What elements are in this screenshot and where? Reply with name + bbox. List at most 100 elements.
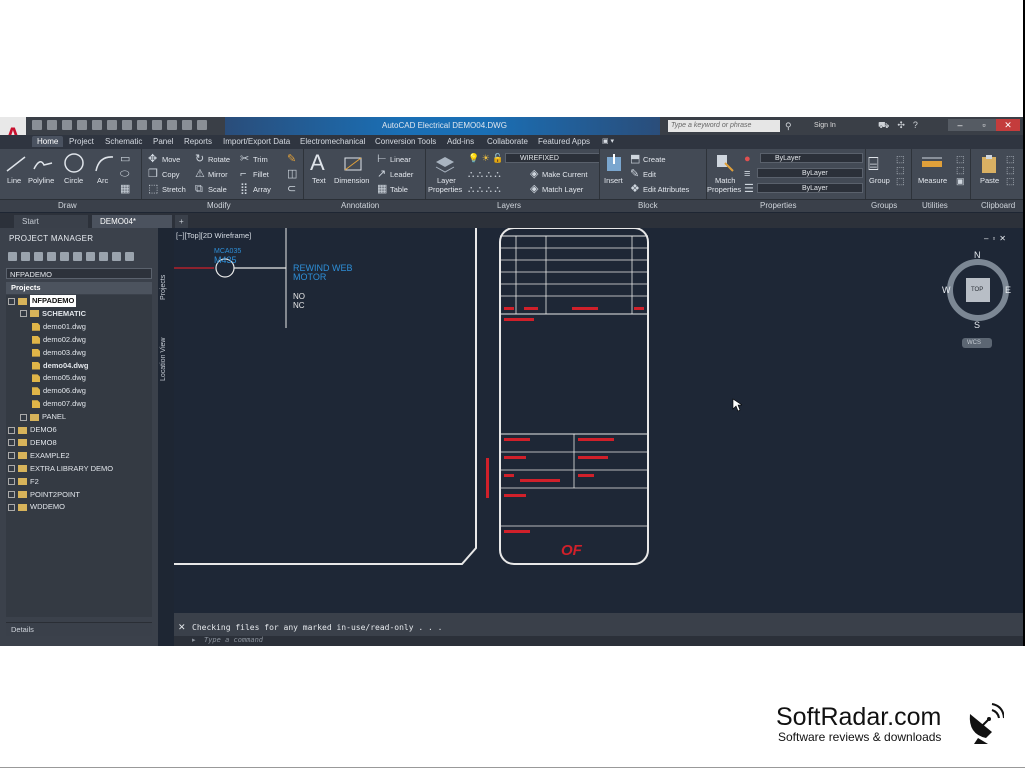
- restore-icon[interactable]: ▫: [972, 119, 996, 131]
- projects-side-tab[interactable]: Projects: [160, 275, 167, 300]
- linetype-dropdown[interactable]: ByLayer: [757, 168, 863, 178]
- redo-icon[interactable]: [122, 120, 132, 130]
- copy-icon[interactable]: ❐: [148, 169, 158, 180]
- mirror-button[interactable]: Mirror: [208, 170, 228, 179]
- color-dropdown[interactable]: ByLayer: [760, 153, 863, 163]
- drawing-list-icon[interactable]: [73, 252, 82, 261]
- expand-toggle-icon[interactable]: [8, 297, 15, 305]
- expand-toggle-icon[interactable]: [20, 413, 27, 421]
- create-block-button[interactable]: Create: [643, 155, 666, 164]
- group-tools-icons[interactable]: ⬚ ⬚ ⬚: [896, 154, 905, 187]
- plot-icon[interactable]: [137, 120, 147, 130]
- edit-attributes-icon[interactable]: ❖: [630, 184, 640, 195]
- scale-button[interactable]: Scale: [208, 185, 227, 194]
- tree-item[interactable]: PANEL: [20, 411, 66, 423]
- component-tag-line2[interactable]: M435: [214, 255, 237, 265]
- lineweight-dropdown[interactable]: ByLayer: [757, 183, 863, 193]
- expand-toggle-icon[interactable]: [8, 478, 15, 486]
- panel-clipboard[interactable]: Clipboard: [981, 201, 1015, 210]
- component-tag-line1[interactable]: MCA035: [214, 248, 241, 255]
- text-icon[interactable]: A: [310, 152, 325, 174]
- expand-toggle-icon[interactable]: [8, 503, 15, 511]
- tree-item[interactable]: demo06.dwg: [32, 385, 86, 397]
- circle-button[interactable]: Circle: [64, 176, 83, 185]
- measure-icon[interactable]: [921, 155, 943, 173]
- edit-attributes-button[interactable]: Edit Attributes: [643, 185, 689, 194]
- details-panel-header[interactable]: Details: [6, 622, 152, 636]
- open-project-icon[interactable]: [8, 252, 17, 261]
- forward-icon[interactable]: [167, 120, 177, 130]
- trim-button[interactable]: Trim: [253, 155, 268, 164]
- polyline-button[interactable]: Polyline: [28, 176, 54, 185]
- close-command-line-icon[interactable]: ✕: [178, 622, 186, 633]
- tab-start[interactable]: Start: [14, 215, 88, 228]
- edit-block-icon[interactable]: ✎: [630, 169, 639, 180]
- layer-dropdown[interactable]: WIREFIXED: [505, 153, 600, 163]
- match-properties-button[interactable]: Properties: [707, 185, 741, 194]
- new-icon[interactable]: [32, 120, 42, 130]
- close-icon[interactable]: ✕: [996, 119, 1020, 131]
- binoculars-icon[interactable]: ⚲: [785, 121, 792, 132]
- viewcube-west[interactable]: W: [942, 285, 951, 295]
- line-icon[interactable]: [5, 153, 27, 175]
- refresh-icon[interactable]: [47, 252, 56, 261]
- project-select[interactable]: NFPADEMO: [6, 268, 152, 279]
- move-icon[interactable]: ✥: [148, 154, 157, 165]
- expand-toggle-icon[interactable]: [8, 452, 15, 460]
- paste-icon[interactable]: [979, 153, 999, 175]
- move-button[interactable]: Move: [162, 155, 180, 164]
- project-manager-toolbar[interactable]: [8, 252, 134, 261]
- stretch-icon[interactable]: ⬚: [148, 184, 158, 195]
- refresh-icon[interactable]: [182, 120, 192, 130]
- polyline-icon[interactable]: [32, 153, 54, 175]
- minimize-icon[interactable]: –: [948, 119, 972, 131]
- tree-item[interactable]: DEMO6: [8, 424, 57, 436]
- array-icon[interactable]: ⣿: [240, 184, 248, 195]
- tree-item[interactable]: F2: [8, 476, 39, 488]
- command-input[interactable]: ▸ Type a command: [174, 636, 1023, 646]
- viewcube-south[interactable]: S: [974, 320, 980, 330]
- tree-item[interactable]: DEMO8: [8, 437, 57, 449]
- leader-button[interactable]: Leader: [390, 170, 413, 179]
- linear-icon[interactable]: ⊢: [377, 154, 387, 165]
- panel-annotation[interactable]: Annotation: [341, 201, 379, 210]
- tree-item[interactable]: demo03.dwg: [32, 347, 86, 359]
- contact-nc-label[interactable]: NC: [293, 301, 305, 310]
- open-icon[interactable]: [47, 120, 57, 130]
- offset-icon[interactable]: ⊂: [287, 184, 296, 195]
- match-layer-button[interactable]: Match Layer: [542, 185, 583, 194]
- location-view-side-tab[interactable]: Location View: [160, 338, 167, 381]
- panel-groups[interactable]: Groups: [871, 201, 897, 210]
- layer-properties-icon[interactable]: [434, 154, 456, 174]
- tab-reports[interactable]: Reports: [184, 137, 212, 146]
- tab-panel[interactable]: Panel: [153, 137, 173, 146]
- match-layer-icon[interactable]: ◈: [530, 184, 538, 195]
- tree-item[interactable]: POINT2POINT: [8, 489, 80, 501]
- project-properties-icon[interactable]: [60, 252, 69, 261]
- make-current-button[interactable]: Make Current: [542, 170, 587, 179]
- scale-icon[interactable]: ⧉: [195, 184, 203, 195]
- viewcube-east[interactable]: E: [1005, 285, 1011, 295]
- match-label[interactable]: Match: [715, 176, 735, 185]
- save-as-icon[interactable]: [77, 120, 87, 130]
- fillet-button[interactable]: Fillet: [253, 170, 269, 179]
- tab-add-ins[interactable]: Add-ins: [447, 137, 474, 146]
- viewcube-north[interactable]: N: [974, 250, 981, 260]
- wcs-menu[interactable]: WCS: [967, 340, 981, 346]
- panel-block[interactable]: Block: [638, 201, 658, 210]
- tab-collaborate[interactable]: Collaborate: [487, 137, 528, 146]
- expand-toggle-icon[interactable]: [20, 310, 27, 318]
- dimension-button[interactable]: Dimension: [334, 176, 369, 185]
- tree-item[interactable]: EXTRA LIBRARY DEMO: [8, 463, 113, 475]
- undo-icon[interactable]: [107, 120, 117, 130]
- sheet-of-label[interactable]: OF: [561, 542, 582, 559]
- create-block-icon[interactable]: ⬒: [630, 154, 640, 165]
- layer-tools-row1[interactable]: ⛬ ⛬ ⛬ ⛬: [468, 169, 501, 180]
- back-icon[interactable]: [152, 120, 162, 130]
- new-tab-icon[interactable]: +: [175, 215, 188, 228]
- tree-item[interactable]: demo02.dwg: [32, 334, 86, 346]
- drawing-canvas[interactable]: [−][Top][2D Wireframe] MCA035 M435 REWIN…: [174, 228, 1023, 613]
- new-project-icon[interactable]: [21, 252, 30, 261]
- line-button[interactable]: Line: [7, 176, 21, 185]
- hatch-icon[interactable]: ▦: [120, 184, 130, 195]
